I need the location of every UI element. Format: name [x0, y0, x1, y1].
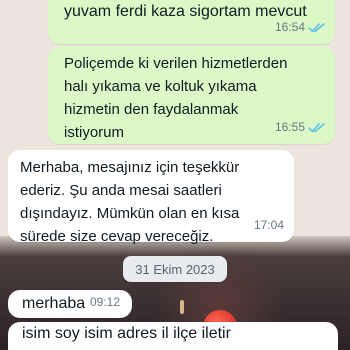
- wallpaper-decoration: [180, 300, 184, 314]
- double-check-icon: [308, 123, 325, 133]
- outgoing-message[interactable]: Poliçemde ki verilen hizmetlerden halı y…: [48, 46, 335, 144]
- message-text: Merhaba, mesajınız için teşekkür ederiz.…: [20, 159, 240, 245]
- message-meta: 16:54: [275, 16, 325, 39]
- message-meta: 16:55: [275, 116, 325, 139]
- message-text: isim soy isim adres il ilçe iletir: [22, 325, 231, 342]
- incoming-message[interactable]: merhaba 09:12: [8, 290, 132, 318]
- message-time: 09:12: [89, 295, 120, 309]
- message-time: 16:55: [274, 120, 305, 134]
- incoming-message[interactable]: isim soy isim adres il ilçe iletir: [8, 322, 338, 350]
- chat-background: yuvam ferdi kaza sigortam mevcut 16:54 P…: [0, 0, 350, 350]
- double-check-icon: [308, 23, 325, 33]
- incoming-message[interactable]: Merhaba, mesajınız için teşekkür ederiz.…: [8, 150, 294, 245]
- outgoing-message[interactable]: yuvam ferdi kaza sigortam mevcut 16:54: [48, 0, 335, 44]
- message-time: 17:04: [253, 218, 284, 232]
- message-meta: 17:04: [254, 214, 284, 237]
- message-meta: 09:12: [90, 291, 120, 314]
- message-time: 16:54: [274, 20, 305, 34]
- date-separator: 31 Ekim 2023: [123, 256, 227, 282]
